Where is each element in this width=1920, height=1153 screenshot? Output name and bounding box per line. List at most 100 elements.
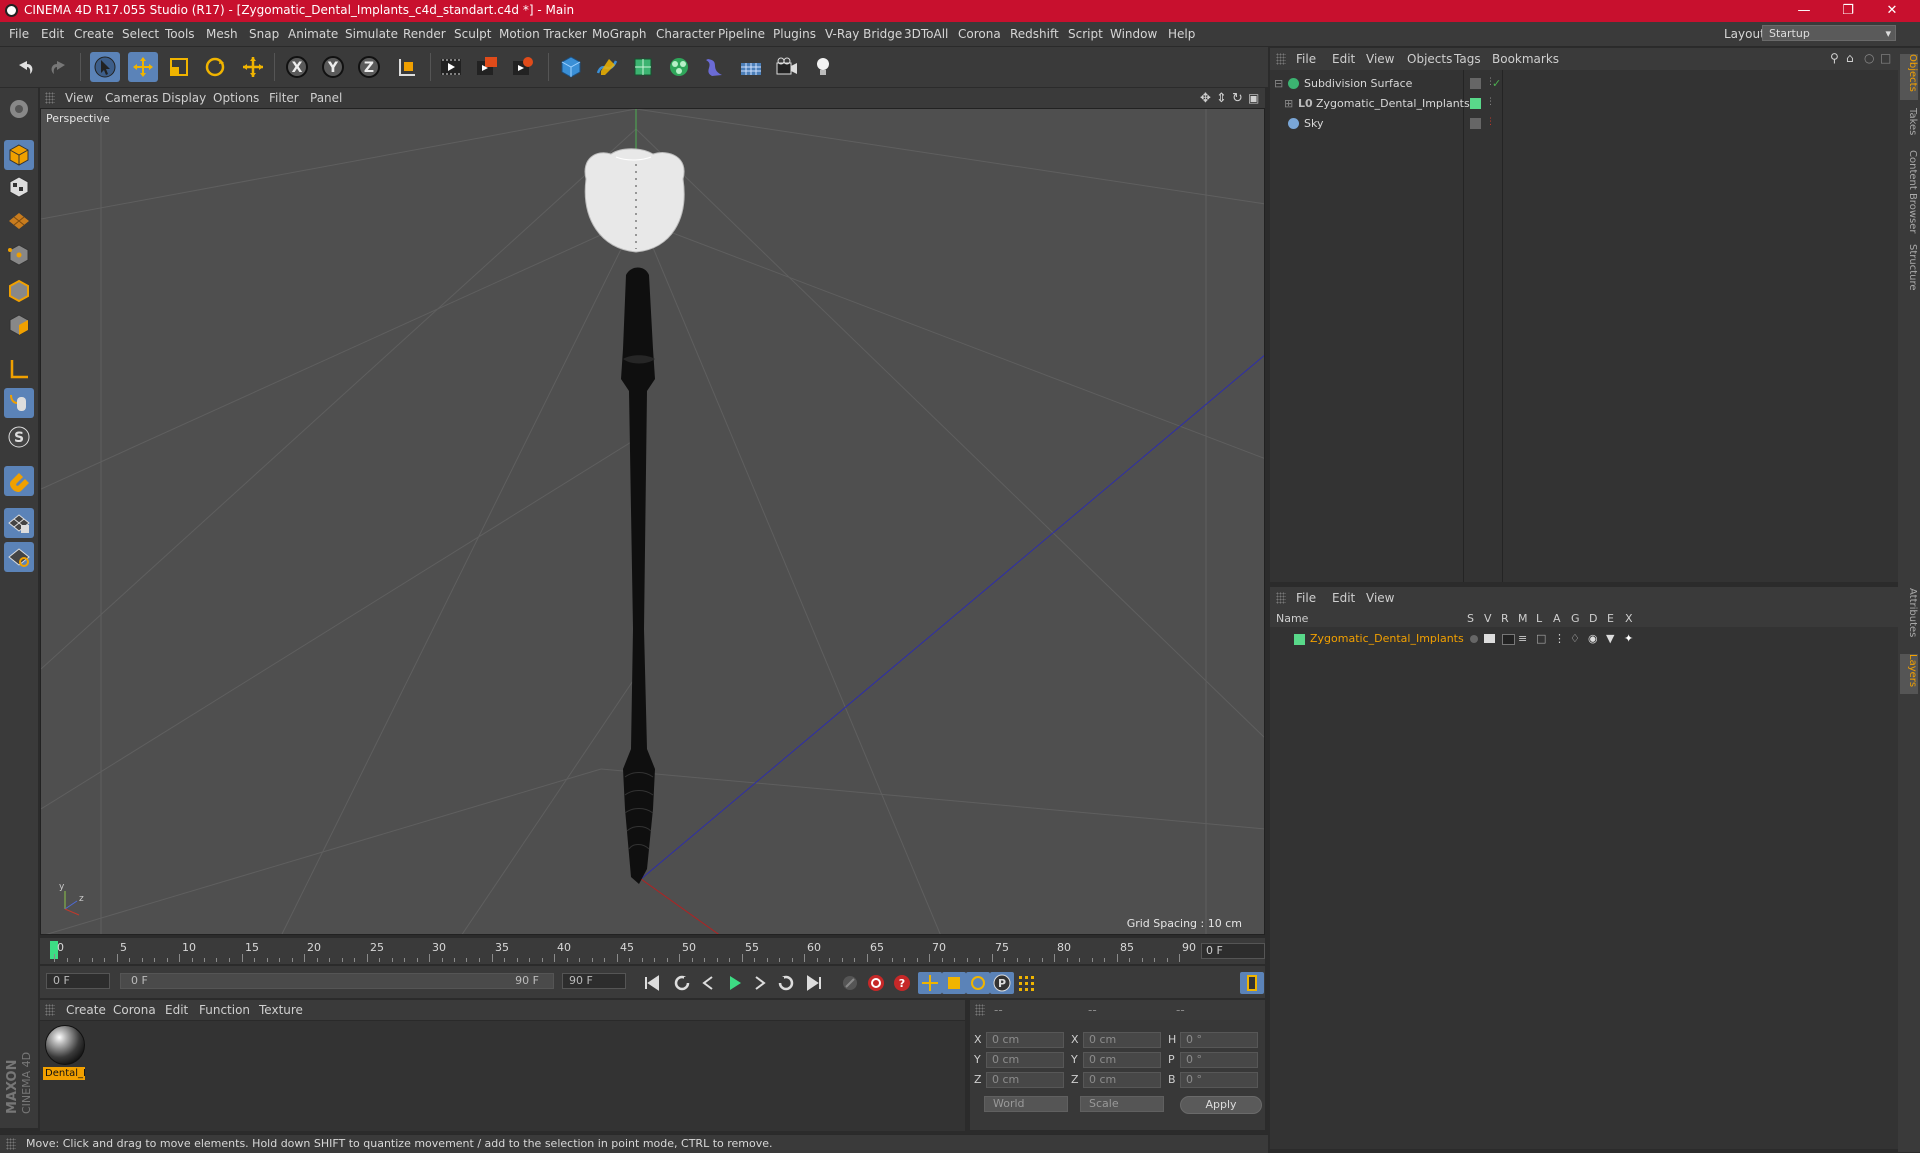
layer-tag-icon[interactable] <box>1470 78 1481 89</box>
z-axis-icon[interactable]: Z <box>354 52 384 82</box>
column-header-view[interactable]: V <box>1484 612 1492 625</box>
auto-keying-icon[interactable] <box>864 972 888 994</box>
material-menu-edit[interactable]: Edit <box>165 1003 188 1017</box>
menu-window[interactable]: Window <box>1110 27 1157 41</box>
key-pla-icon[interactable] <box>1014 972 1038 994</box>
floor-grid-icon[interactable] <box>736 52 766 82</box>
prev-frame-icon[interactable] <box>696 972 720 994</box>
object-menu-edit[interactable]: Edit <box>1332 52 1355 66</box>
undo-icon[interactable] <box>10 52 40 82</box>
keyframe-selection-icon[interactable]: ? <box>890 972 914 994</box>
solo-icon[interactable] <box>1470 635 1478 643</box>
layer-menu-view[interactable]: View <box>1366 591 1394 605</box>
viewport-move-icon[interactable]: ✥ <box>1200 91 1211 106</box>
column-header-xref[interactable]: X <box>1625 612 1633 625</box>
timeline-ruler[interactable]: 0 5 10 15 20 25 30 35 40 45 50 55 60 65 70 75 80 85 90 0 F <box>40 938 1265 964</box>
position-x-field[interactable]: 0 cm <box>986 1032 1064 1048</box>
menu-mograph[interactable]: MoGraph <box>592 27 647 41</box>
key-parameter-icon[interactable]: P <box>990 972 1014 994</box>
scale-icon[interactable] <box>164 52 194 82</box>
menu-edit[interactable]: Edit <box>41 27 64 41</box>
menu-vray-bridge[interactable]: V-Ray Bridge <box>825 27 902 41</box>
next-frame-icon[interactable] <box>748 972 772 994</box>
column-header-render[interactable]: R <box>1501 612 1509 625</box>
viewport-menu-view[interactable]: View <box>65 91 93 105</box>
menu-motion-tracker[interactable]: Motion Tracker <box>499 27 587 41</box>
panel-menu-icon[interactable]: □ <box>1880 51 1891 65</box>
position-y-field[interactable]: 0 cm <box>986 1052 1064 1068</box>
key-scale-icon[interactable] <box>942 972 966 994</box>
play-icon[interactable] <box>722 972 746 994</box>
render-icon[interactable] <box>1502 634 1515 645</box>
make-editable-icon[interactable] <box>4 94 34 124</box>
column-header-name[interactable]: Name <box>1276 612 1308 625</box>
camera-icon[interactable] <box>772 52 802 82</box>
viewport-maximize-icon[interactable]: ▣ <box>1248 91 1259 105</box>
expression-icon[interactable]: ▼ <box>1606 632 1614 645</box>
material-menu-function[interactable]: Function <box>199 1003 250 1017</box>
manager-icon[interactable]: ≡ <box>1518 632 1527 645</box>
object-row[interactable]: ⊞ L0 Zygomatic_Dental_Implants ⋮ <box>1270 94 1898 114</box>
column-header-expressions[interactable]: E <box>1607 612 1614 625</box>
tab-structure[interactable]: Structure <box>1900 244 1918 300</box>
object-row[interactable]: Sky ⋮ <box>1270 114 1898 134</box>
menu-character[interactable]: Character <box>656 27 715 41</box>
back-icon[interactable]: ○ <box>1864 51 1874 65</box>
edit-render-settings-icon[interactable] <box>508 52 538 82</box>
menu-select[interactable]: Select <box>122 27 159 41</box>
coordinate-system-select[interactable]: World <box>984 1096 1068 1112</box>
material-menu-create[interactable]: Create <box>66 1003 106 1017</box>
collapse-icon[interactable]: ⊟ <box>1274 77 1283 90</box>
pen-spline-icon[interactable] <box>592 52 622 82</box>
model-mode-icon[interactable] <box>4 140 34 170</box>
menu-help[interactable]: Help <box>1168 27 1195 41</box>
render-view-icon[interactable] <box>436 52 466 82</box>
column-header-generators[interactable]: G <box>1571 612 1580 625</box>
object-menu-view[interactable]: View <box>1366 52 1394 66</box>
viewport-menu-panel[interactable]: Panel <box>310 91 342 105</box>
tab-takes[interactable]: Takes <box>1900 108 1918 146</box>
viewport-zoom-icon[interactable]: ⇕ <box>1216 91 1227 106</box>
live-select-icon[interactable] <box>238 52 268 82</box>
edges-mode-icon[interactable] <box>4 276 34 306</box>
layer-menu-file[interactable]: File <box>1296 591 1316 605</box>
light-icon[interactable] <box>808 52 838 82</box>
object-row[interactable]: ⊟ Subdivision Surface ⋮ ✓ <box>1270 74 1898 94</box>
object-menu-bookmarks[interactable]: Bookmarks <box>1492 52 1559 66</box>
enabled-check-icon[interactable]: ✓ <box>1492 77 1501 90</box>
viewport-menu-display[interactable]: Display <box>162 91 206 105</box>
apply-button[interactable]: Apply <box>1180 1096 1262 1114</box>
size-x-field[interactable]: 0 cm <box>1083 1032 1161 1048</box>
lock-workplane-icon[interactable] <box>4 508 34 538</box>
menu-pipeline[interactable]: Pipeline <box>718 27 765 41</box>
column-header-solo[interactable]: S <box>1467 612 1474 625</box>
visibility-dots-icon[interactable]: ⋮ <box>1486 97 1495 107</box>
record-keys-icon[interactable] <box>838 972 862 994</box>
go-to-start-icon[interactable] <box>640 972 664 994</box>
deformer-icon[interactable]: ◉ <box>1588 632 1598 645</box>
cloner-icon[interactable] <box>664 52 694 82</box>
tab-content-browser[interactable]: Content Browser <box>1900 150 1918 240</box>
viewport-menu-options[interactable]: Options <box>213 91 259 105</box>
panel-gripper[interactable] <box>6 1138 16 1150</box>
menu-simulate[interactable]: Simulate <box>345 27 398 41</box>
column-header-manager[interactable]: M <box>1518 612 1528 625</box>
frame-ruler[interactable]: 0 5 10 15 20 25 30 35 40 45 50 55 60 65 70 75 80 85 90 <box>50 938 1196 964</box>
size-y-field[interactable]: 0 cm <box>1083 1052 1161 1068</box>
render-picture-viewer-icon[interactable] <box>472 52 502 82</box>
rotation-b-field[interactable]: 0 ° <box>1180 1072 1258 1088</box>
layer-name[interactable]: Zygomatic_Dental_Implants <box>1310 632 1464 645</box>
tab-objects[interactable]: Objects <box>1900 54 1918 100</box>
minimize-button[interactable]: — <box>1782 0 1826 22</box>
size-z-field[interactable]: 0 cm <box>1083 1072 1161 1088</box>
menu-sculpt[interactable]: Sculpt <box>454 27 491 41</box>
points-mode-icon[interactable] <box>4 240 34 270</box>
object-menu-tags[interactable]: Tags <box>1454 52 1481 66</box>
menu-plugins[interactable]: Plugins <box>773 27 816 41</box>
magnet-icon[interactable] <box>4 466 34 496</box>
menu-script[interactable]: Script <box>1068 27 1103 41</box>
column-header-deformers[interactable]: D <box>1589 612 1597 625</box>
xref-icon[interactable]: ✦ <box>1624 632 1633 645</box>
rotation-h-field[interactable]: 0 ° <box>1180 1032 1258 1048</box>
polygons-mode-icon[interactable] <box>4 310 34 340</box>
